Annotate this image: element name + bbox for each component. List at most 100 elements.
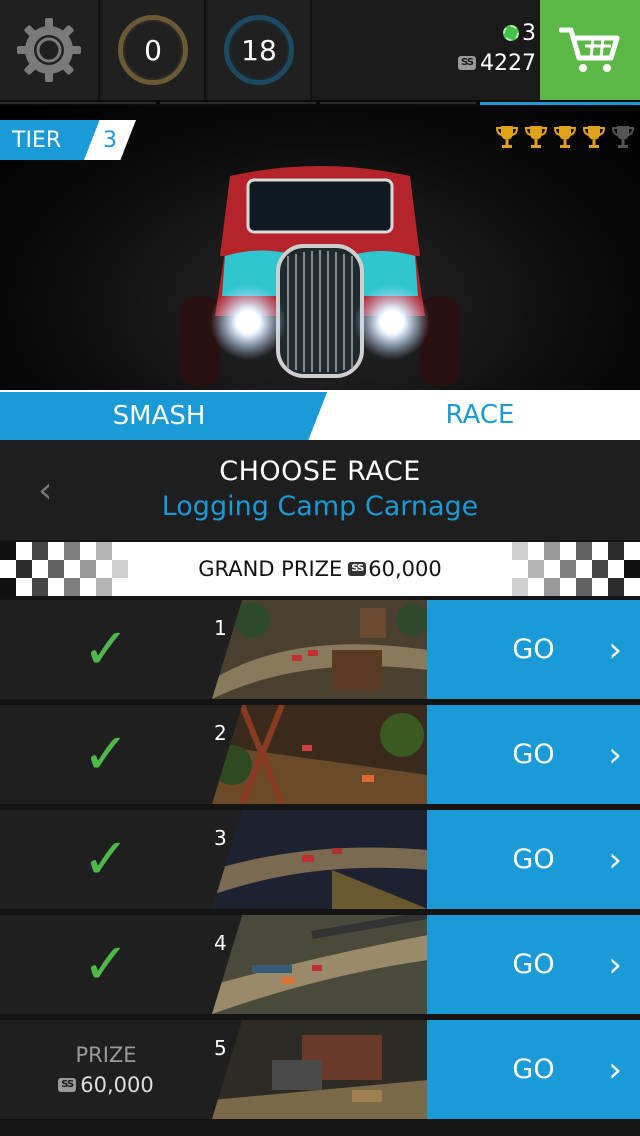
checker-square [544, 560, 560, 578]
checker-square [512, 560, 528, 578]
grand-prize-banner: GRAND PRIZE SS 60,000 [0, 542, 640, 596]
checker-square [528, 560, 544, 578]
trophy-row [496, 124, 634, 150]
cash-amount: 4227 [480, 50, 536, 76]
go-label: GO [512, 739, 555, 770]
checker-square [0, 542, 16, 560]
race-number: 5 [214, 1036, 227, 1060]
trophy-icon [496, 126, 518, 148]
go-button[interactable]: GO › [427, 810, 640, 909]
chip-icon [503, 25, 519, 41]
checker-square [592, 542, 608, 560]
checker-square [32, 542, 48, 560]
go-button[interactable]: GO › [427, 600, 640, 699]
checker-square [624, 542, 640, 560]
race-thumbnail[interactable] [212, 915, 428, 1014]
mode-tabs: SMASH RACE [0, 390, 640, 440]
checker-square [48, 578, 64, 596]
prize-cash-icon: SS [58, 1077, 77, 1092]
checker-square [512, 578, 528, 596]
strip-segment [160, 102, 316, 104]
checker-square [576, 578, 592, 596]
race-thumbnail[interactable] [212, 1020, 428, 1119]
checker-square [0, 578, 16, 596]
race-row: ✓ 4 GO › [0, 915, 640, 1014]
tab-race[interactable]: RACE [320, 390, 640, 440]
race-status: ✓ [0, 915, 212, 1014]
checker-square [64, 560, 80, 578]
trophy-icon [525, 126, 547, 148]
cash-icon: SS [458, 56, 476, 70]
race-status: ✓ [0, 705, 212, 804]
choose-race-header: ‹ CHOOSE RACE Logging Camp Carnage [0, 440, 640, 540]
checker-square [48, 542, 64, 560]
gold-ring-counter: 0 [118, 15, 188, 85]
race-thumbnail[interactable] [212, 705, 428, 804]
settings-button[interactable] [0, 0, 100, 100]
race-track-image [212, 810, 428, 909]
blue-ring-counter: 18 [224, 15, 294, 85]
checker-square [64, 542, 80, 560]
checker-square [624, 560, 640, 578]
go-label: GO [512, 1054, 555, 1085]
checker-square [624, 578, 640, 596]
checkmark-icon: ✓ [82, 932, 130, 997]
blue-counter[interactable]: 18 [208, 0, 312, 100]
chevron-right-icon: › [608, 735, 622, 775]
race-status: ✓ [0, 600, 212, 699]
checker-square [64, 578, 80, 596]
race-track-image [212, 915, 428, 1014]
checker-square [16, 578, 32, 596]
race-number: 4 [214, 931, 227, 955]
chevron-right-icon: › [608, 630, 622, 670]
go-label: GO [512, 844, 555, 875]
checker-square [592, 578, 608, 596]
checker-square [80, 560, 96, 578]
chevron-right-icon: › [608, 840, 622, 880]
shop-button[interactable] [540, 0, 640, 100]
checker-square [96, 542, 112, 560]
chevron-right-icon: › [608, 945, 622, 985]
go-button[interactable]: GO › [427, 1020, 640, 1119]
currency-panel: 3 SS 4227 [458, 18, 536, 78]
checker-square [112, 560, 128, 578]
checker-square [560, 560, 576, 578]
race-track-image [212, 1020, 428, 1119]
race-status: ✓ [0, 810, 212, 909]
gold-counter[interactable]: 0 [102, 0, 206, 100]
event-name: Logging Camp Carnage [161, 491, 479, 522]
checker-square [96, 560, 112, 578]
checker-square [16, 542, 32, 560]
checkered-flag-right [512, 542, 640, 596]
checker-square [560, 542, 576, 560]
race-thumbnail[interactable] [212, 600, 428, 699]
checker-square [112, 578, 128, 596]
prize-label: PRIZE [75, 1042, 137, 1067]
checker-square [112, 542, 128, 560]
race-thumbnail[interactable] [212, 810, 428, 909]
chip-count: 3 [522, 20, 536, 46]
checker-square [592, 560, 608, 578]
chevron-right-icon: › [608, 1050, 622, 1090]
go-label: GO [512, 634, 555, 665]
tab-smash[interactable]: SMASH [0, 390, 328, 440]
go-button[interactable]: GO › [427, 915, 640, 1014]
prize-amount: 60,000 [80, 1072, 154, 1097]
hot-rod-car-image [180, 166, 460, 386]
checker-square [528, 578, 544, 596]
race-row: ✓ 2 GO › [0, 705, 640, 804]
checker-square [80, 542, 96, 560]
car-showcase: TIER 3 [0, 106, 640, 390]
checker-square [80, 578, 96, 596]
checker-square [512, 542, 528, 560]
checker-square [576, 560, 592, 578]
cart-icon [559, 27, 620, 72]
checker-square [0, 560, 16, 578]
strip-segment-active [480, 102, 640, 105]
trophy-icon [554, 126, 576, 148]
checker-square [48, 560, 64, 578]
back-chevron-icon[interactable]: ‹ [38, 470, 52, 511]
strip-segment [320, 102, 476, 104]
go-button[interactable]: GO › [427, 705, 640, 804]
gear-icon [17, 18, 81, 82]
